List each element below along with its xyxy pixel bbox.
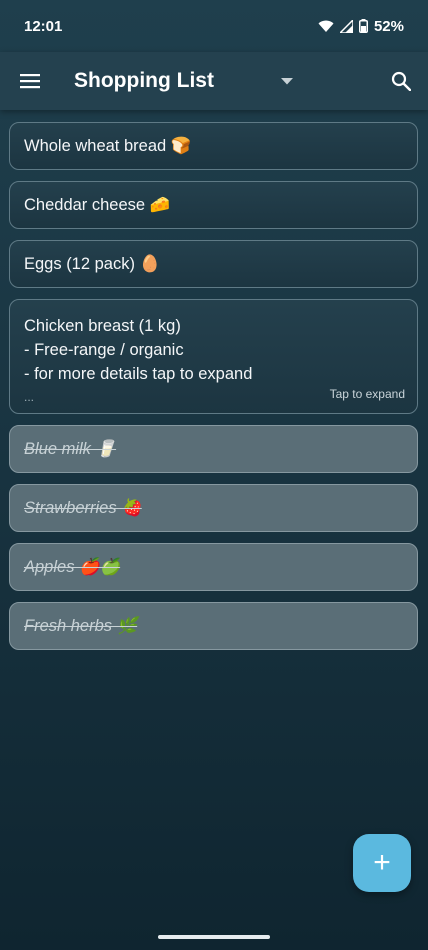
app-bar: Shopping List: [0, 52, 428, 110]
battery-icon: [358, 19, 368, 33]
item-line-2: - Free-range / organic: [24, 341, 184, 359]
shopping-list: Whole wheat bread 🍞 Cheddar cheese 🧀 Egg…: [9, 122, 419, 661]
item-text: Eggs (12 pack) 🥚: [24, 254, 161, 273]
page-title: Shopping List: [74, 69, 214, 92]
list-item-checked[interactable]: Strawberries 🍓: [9, 484, 418, 532]
hamburger-menu-icon: [20, 74, 40, 89]
item-ellipsis: ...: [24, 390, 35, 404]
list-item[interactable]: Eggs (12 pack) 🥚: [9, 240, 418, 288]
item-text: Cheddar cheese 🧀: [24, 195, 171, 214]
battery-percent: 52%: [373, 17, 404, 35]
status-time: 12:01: [24, 17, 63, 35]
add-item-button[interactable]: +: [353, 834, 411, 892]
search-button[interactable]: [388, 68, 414, 94]
list-item-checked[interactable]: Blue milk 🥛: [9, 425, 418, 473]
status-icons: 52%: [318, 18, 404, 35]
item-text: Whole wheat bread 🍞: [24, 136, 192, 155]
tap-to-expand-hint: Tap to expand: [329, 387, 405, 401]
list-item-expandable[interactable]: Chicken breast (1 kg) - Free-range / org…: [9, 299, 418, 414]
list-item[interactable]: Whole wheat bread 🍞: [9, 122, 418, 170]
cell-signal-icon: [339, 19, 353, 33]
item-text: Blue milk 🥛: [24, 439, 117, 458]
status-bar: 12:01 52%: [0, 0, 428, 52]
menu-button[interactable]: [16, 67, 44, 95]
search-icon: [391, 71, 411, 91]
list-item-checked[interactable]: Fresh herbs 🌿: [9, 602, 418, 650]
item-line-3: - for more details tap to expand: [24, 365, 253, 383]
dropdown-arrow-icon: [281, 77, 293, 84]
list-selector-dropdown[interactable]: [276, 70, 298, 92]
home-indicator[interactable]: [158, 935, 270, 939]
list-item-checked[interactable]: Apples 🍎🍏: [9, 543, 418, 591]
item-line-1: Chicken breast (1 kg): [24, 317, 181, 335]
plus-icon: +: [373, 846, 391, 879]
item-text: Strawberries 🍓: [24, 498, 142, 517]
wifi-icon: [318, 20, 334, 32]
list-item[interactable]: Cheddar cheese 🧀: [9, 181, 418, 229]
item-text: Fresh herbs 🌿: [24, 616, 138, 635]
item-text: Apples 🍎🍏: [24, 557, 121, 576]
